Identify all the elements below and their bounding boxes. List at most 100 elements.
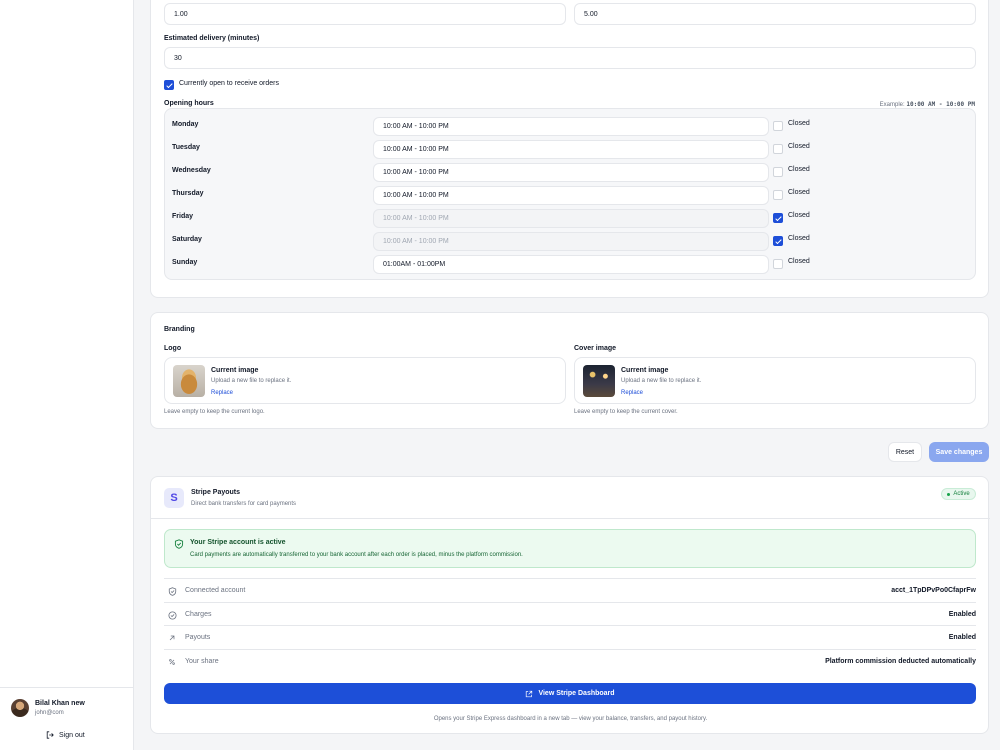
open-orders-label: Currently open to receive orders xyxy=(179,80,279,87)
info-value: acct_1TpDPvPo0CfaprFw xyxy=(891,587,976,594)
cover-hint: Leave empty to keep the current cover. xyxy=(574,409,678,415)
logo-current-title: Current image xyxy=(211,367,259,374)
status-dot-icon xyxy=(947,492,951,496)
info-row-payouts: Payouts Enabled xyxy=(164,625,976,649)
user-name: Bilal Khan new xyxy=(35,700,85,707)
logo-current-desc: Upload a new file to replace it. xyxy=(211,378,292,384)
closed-checkbox-wednesday[interactable] xyxy=(773,167,783,177)
price-field-1[interactable]: 1.00 xyxy=(164,3,566,25)
closed-checkbox-saturday[interactable] xyxy=(773,236,783,246)
shield-icon xyxy=(167,586,177,596)
closed-checkbox-tuesday[interactable] xyxy=(773,144,783,154)
store-settings-card: 1.00 5.00 Estimated delivery (minutes) 3… xyxy=(150,0,989,298)
status-badge: Active xyxy=(941,488,976,500)
open-orders-checkbox[interactable] xyxy=(164,80,174,90)
avatar[interactable] xyxy=(11,699,29,717)
closed-checkbox-friday[interactable] xyxy=(773,213,783,223)
info-value: Enabled xyxy=(948,634,976,641)
divider xyxy=(151,518,990,519)
closed-checkbox-sunday[interactable] xyxy=(773,259,783,269)
hours-input-tuesday[interactable]: 10:00 AM - 10:00 PM xyxy=(373,140,769,159)
logo-hint: Leave empty to keep the current logo. xyxy=(164,409,265,415)
arrow-up-right-icon xyxy=(167,633,177,643)
price-field-2[interactable]: 5.00 xyxy=(574,3,976,25)
day-label: Saturday xyxy=(172,236,202,243)
hours-input-thursday[interactable]: 10:00 AM - 10:00 PM xyxy=(373,186,769,205)
closed-checkbox-thursday[interactable] xyxy=(773,190,783,200)
stripe-title: Stripe Payouts xyxy=(191,489,241,496)
info-row-charges: Charges Enabled xyxy=(164,602,976,626)
closed-label: Closed xyxy=(788,235,810,242)
sidebar-user-panel: Bilal Khan new john@com Sign out xyxy=(0,687,134,750)
info-label: Connected account xyxy=(185,587,246,594)
delivery-minutes-field[interactable]: 30 xyxy=(164,47,976,69)
cover-replace-link[interactable]: Replace xyxy=(621,390,643,396)
hours-row-wednesday: Wednesday 10:00 AM - 10:00 PM Closed xyxy=(165,159,977,182)
external-link-icon xyxy=(526,690,533,697)
info-row-connected-account: Connected account acct_1TpDPvPo0CfaprFw xyxy=(164,578,976,602)
closed-label: Closed xyxy=(788,120,810,127)
percent-icon xyxy=(167,657,177,667)
view-stripe-dashboard-button[interactable]: View Stripe Dashboard xyxy=(164,683,976,704)
closed-label: Closed xyxy=(788,258,810,265)
closed-label: Closed xyxy=(788,166,810,173)
hours-input-monday[interactable]: 10:00 AM - 10:00 PM xyxy=(373,117,769,136)
hours-row-saturday: Saturday 10:00 AM - 10:00 PM Closed xyxy=(165,228,977,251)
hours-row-thursday: Thursday 10:00 AM - 10:00 PM Closed xyxy=(165,182,977,205)
info-label: Payouts xyxy=(185,634,211,641)
closed-checkbox-monday[interactable] xyxy=(773,121,783,131)
stripe-active-alert: Your Stripe account is active Card payme… xyxy=(164,529,976,568)
info-value: Enabled xyxy=(948,611,976,618)
reset-button[interactable]: Reset xyxy=(888,442,922,462)
hours-example-value: 10:00 AM - 10:00 PM xyxy=(906,101,975,108)
stripe-subtitle: Direct bank transfers for card payments xyxy=(191,501,297,507)
opening-hours-label: Opening hours xyxy=(164,100,214,107)
logo-thumbnail xyxy=(173,365,205,397)
hours-input-wednesday[interactable]: 10:00 AM - 10:00 PM xyxy=(373,163,769,182)
day-label: Thursday xyxy=(172,190,204,197)
logo-upload[interactable]: Current image Upload a new file to repla… xyxy=(164,357,566,404)
info-value: Platform commission deducted automatical… xyxy=(825,658,976,665)
user-email: john@com xyxy=(35,710,64,716)
cover-label: Cover image xyxy=(574,345,617,352)
sign-out-label: Sign out xyxy=(59,731,85,739)
day-label: Tuesday xyxy=(172,144,200,151)
branding-card: Branding Logo Current image Upload a new… xyxy=(150,312,989,429)
sign-out-button[interactable]: Sign out xyxy=(46,731,85,739)
hours-row-tuesday: Tuesday 10:00 AM - 10:00 PM Closed xyxy=(165,136,977,159)
dashboard-note: Opens your Stripe Express dashboard in a… xyxy=(433,716,708,722)
stripe-logo-icon: S xyxy=(164,488,184,508)
day-label: Wednesday xyxy=(172,167,211,174)
status-badge-label: Active xyxy=(953,491,970,497)
info-label: Your share xyxy=(185,658,219,665)
alert-description: Card payments are automatically transfer… xyxy=(190,552,523,558)
cover-thumbnail xyxy=(583,365,615,397)
opening-hours-table: Monday 10:00 AM - 10:00 PM Closed Tuesda… xyxy=(164,108,976,280)
logo-replace-link[interactable]: Replace xyxy=(211,390,233,396)
hours-input-friday: 10:00 AM - 10:00 PM xyxy=(373,209,769,228)
cover-current-desc: Upload a new file to replace it. xyxy=(621,378,702,384)
dashboard-button-label: View Stripe Dashboard xyxy=(538,690,615,697)
day-label: Sunday xyxy=(172,259,198,266)
hours-row-monday: Monday 10:00 AM - 10:00 PM Closed xyxy=(165,113,977,136)
hours-example: Example: 10:00 AM - 10:00 PM xyxy=(880,101,975,108)
info-label: Charges xyxy=(185,611,212,618)
info-row-your-share: Your share Platform commission deducted … xyxy=(164,649,976,673)
logo-label: Logo xyxy=(164,345,182,352)
check-circle-icon xyxy=(167,610,177,620)
branding-title: Branding xyxy=(164,326,195,333)
stripe-payouts-card: S Stripe Payouts Direct bank transfers f… xyxy=(150,476,990,734)
delivery-label: Estimated delivery (minutes) xyxy=(164,35,260,42)
closed-label: Closed xyxy=(788,212,810,219)
sign-out-icon xyxy=(46,731,54,739)
hours-input-saturday: 10:00 AM - 10:00 PM xyxy=(373,232,769,251)
closed-label: Closed xyxy=(788,189,810,196)
sidebar: Bilal Khan new john@com Sign out xyxy=(0,0,134,750)
day-label: Friday xyxy=(172,213,194,220)
cover-upload[interactable]: Current image Upload a new file to repla… xyxy=(574,357,976,404)
cover-current-title: Current image xyxy=(621,367,669,374)
save-changes-button[interactable]: Save changes xyxy=(929,442,989,462)
hours-input-sunday[interactable]: 01:00AM - 01:00PM xyxy=(373,255,769,274)
hours-row-sunday: Sunday 01:00AM - 01:00PM Closed xyxy=(165,251,977,274)
alert-title: Your Stripe account is active xyxy=(190,539,286,546)
